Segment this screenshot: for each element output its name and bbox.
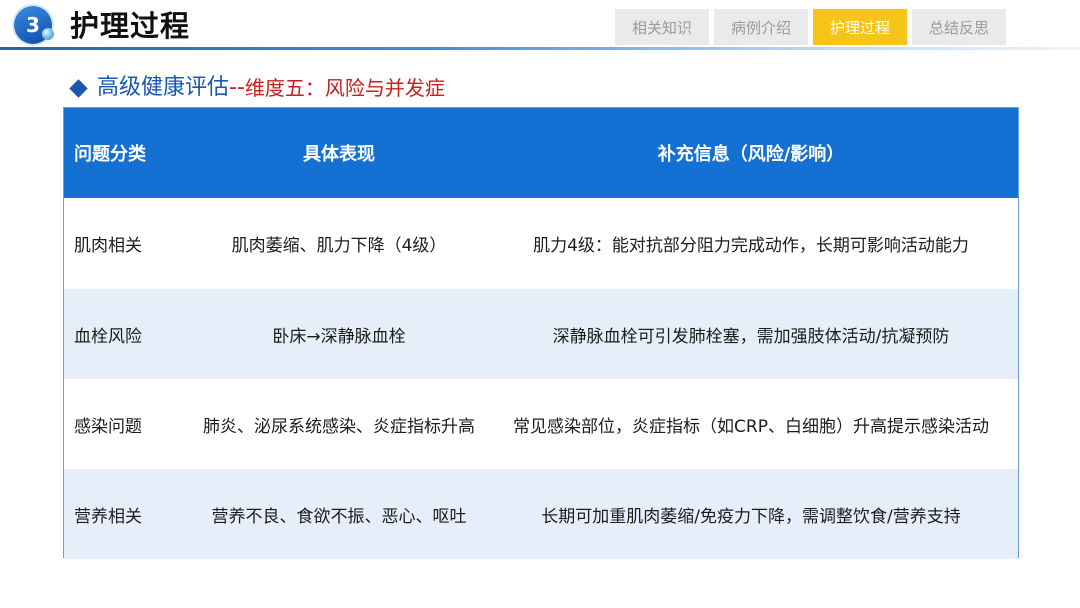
table-row: 营养相关 营养不良、食欲不振、恶心、呕吐 长期可加重肌肉萎缩/免疫力下降，需调整… — [64, 469, 1018, 559]
cell-category: 感染问题 — [74, 416, 142, 437]
cell-manifestation: 卧床→深静脉血栓 — [272, 326, 406, 347]
cell-supplement: 常见感染部位，炎症指标（如CRP、白细胞）升高提示感染活动 — [513, 416, 989, 437]
tab-summary[interactable]: 总结反思 — [912, 9, 1006, 45]
bubble-icon — [42, 28, 54, 40]
cell-supplement: 深静脉血栓可引发肺栓塞，需加强肢体活动/抗凝预防 — [552, 326, 950, 347]
cell-supplement: 肌力4级：能对抗部分阻力完成动作，长期可影响活动能力 — [533, 236, 969, 256]
section-badge: 3 — [10, 4, 58, 46]
table-header-row: 问题分类 具体表现 补充信息（风险/影响） — [64, 108, 1018, 198]
table-row: 感染问题 肺炎、泌尿系统感染、炎症指标升高 常见感染部位，炎症指标（如CRP、白… — [64, 379, 1018, 469]
diamond-bullet-icon — [69, 78, 88, 98]
cell-manifestation: 肌肉萎缩、肌力下降（4级） — [231, 236, 447, 256]
header: 3 护理过程 相关知识 病例介绍 护理过程 总结反思 — [0, 0, 1080, 60]
section-subtitle: 高级健康评估 -- 维度五：风险与并发症 — [68, 72, 445, 104]
header-divider — [0, 47, 1080, 50]
header-supplement: 补充信息（风险/影响） — [657, 144, 845, 165]
cell-category: 肌肉相关 — [74, 236, 142, 256]
cell-manifestation: 营养不良、食欲不振、恶心、呕吐 — [211, 506, 467, 527]
cell-manifestation: 肺炎、泌尿系统感染、炎症指标升高 — [203, 416, 475, 437]
subtitle-main: 高级健康评估 — [97, 75, 230, 100]
assessment-table: 问题分类 具体表现 补充信息（风险/影响） 肌肉相关 肌肉萎缩、肌力下降（4级）… — [63, 107, 1019, 559]
nav-tabs: 相关知识 病例介绍 护理过程 总结反思 — [615, 9, 1006, 45]
cell-category: 血栓风险 — [74, 326, 142, 347]
page-title: 护理过程 — [70, 9, 191, 43]
header-manifestation: 具体表现 — [303, 144, 375, 165]
header-category: 问题分类 — [74, 144, 146, 165]
subtitle-dimension: 维度五：风险与并发症 — [244, 76, 445, 100]
subtitle-separator: -- — [229, 75, 245, 100]
cell-supplement: 长期可加重肌肉萎缩/免疫力下降，需调整饮食/营养支持 — [541, 506, 961, 527]
tab-case-intro[interactable]: 病例介绍 — [714, 9, 808, 45]
tab-nursing-process[interactable]: 护理过程 — [813, 9, 907, 45]
cell-category: 营养相关 — [74, 506, 142, 527]
table-row: 血栓风险 卧床→深静脉血栓 深静脉血栓可引发肺栓塞，需加强肢体活动/抗凝预防 — [64, 289, 1018, 379]
tab-related-knowledge[interactable]: 相关知识 — [615, 9, 709, 45]
table-row: 肌肉相关 肌肉萎缩、肌力下降（4级） 肌力4级：能对抗部分阻力完成动作，长期可影… — [64, 198, 1018, 289]
